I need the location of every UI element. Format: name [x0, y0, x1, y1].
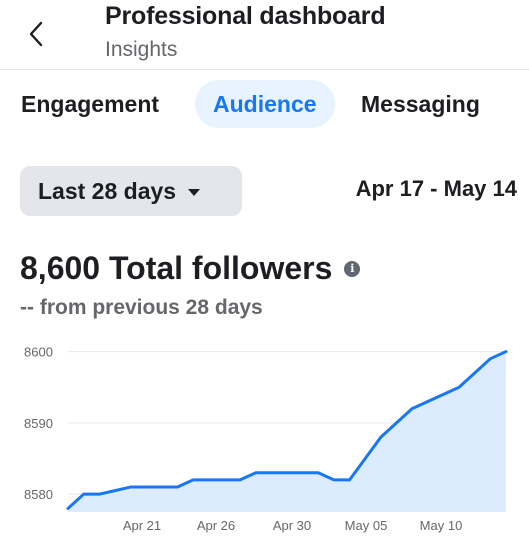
followers-chart-svg: 8580 8590 8600 Apr 21 Apr 26 Apr 30 May 05 May …	[24, 345, 508, 533]
tab-audience[interactable]: Audience	[195, 80, 335, 128]
y-tick-label: 8590	[24, 416, 53, 431]
x-tick-label: Apr 21	[123, 518, 161, 533]
x-tick-label: Apr 26	[197, 518, 235, 533]
comparison-text: -- from previous 28 days	[20, 296, 263, 319]
y-tick-label: 8600	[24, 345, 53, 360]
y-tick-label: 8580	[24, 487, 53, 502]
header-bar: Professional dashboard Insights	[0, 0, 529, 70]
tab-engagement[interactable]: Engagement	[21, 80, 159, 128]
back-button[interactable]	[18, 14, 54, 54]
total-followers-label: 8,600 Total followers	[20, 250, 333, 286]
x-tick-label: May 10	[420, 518, 463, 533]
professional-dashboard-page: Professional dashboard Insights Engageme…	[0, 0, 529, 555]
chevron-left-icon	[29, 21, 43, 47]
page-subtitle: Insights	[105, 38, 178, 61]
followers-chart: 8580 8590 8600 Apr 21 Apr 26 Apr 30 May 05 May …	[0, 340, 529, 555]
total-followers-metric: 8,600 Total followers i	[20, 250, 361, 287]
x-tick-label: May 05	[345, 518, 388, 533]
date-range-dropdown[interactable]: Last 28 days	[20, 166, 242, 216]
tab-bar: Engagement Audience Messaging	[0, 78, 529, 132]
caret-down-icon	[188, 188, 201, 196]
page-title: Professional dashboard	[105, 2, 386, 30]
info-icon[interactable]: i	[344, 260, 361, 277]
tab-messaging[interactable]: Messaging	[361, 80, 480, 128]
date-range-text: Apr 17 - May 14	[355, 176, 517, 201]
date-range-dropdown-label: Last 28 days	[38, 177, 177, 204]
x-tick-label: Apr 30	[273, 518, 311, 533]
